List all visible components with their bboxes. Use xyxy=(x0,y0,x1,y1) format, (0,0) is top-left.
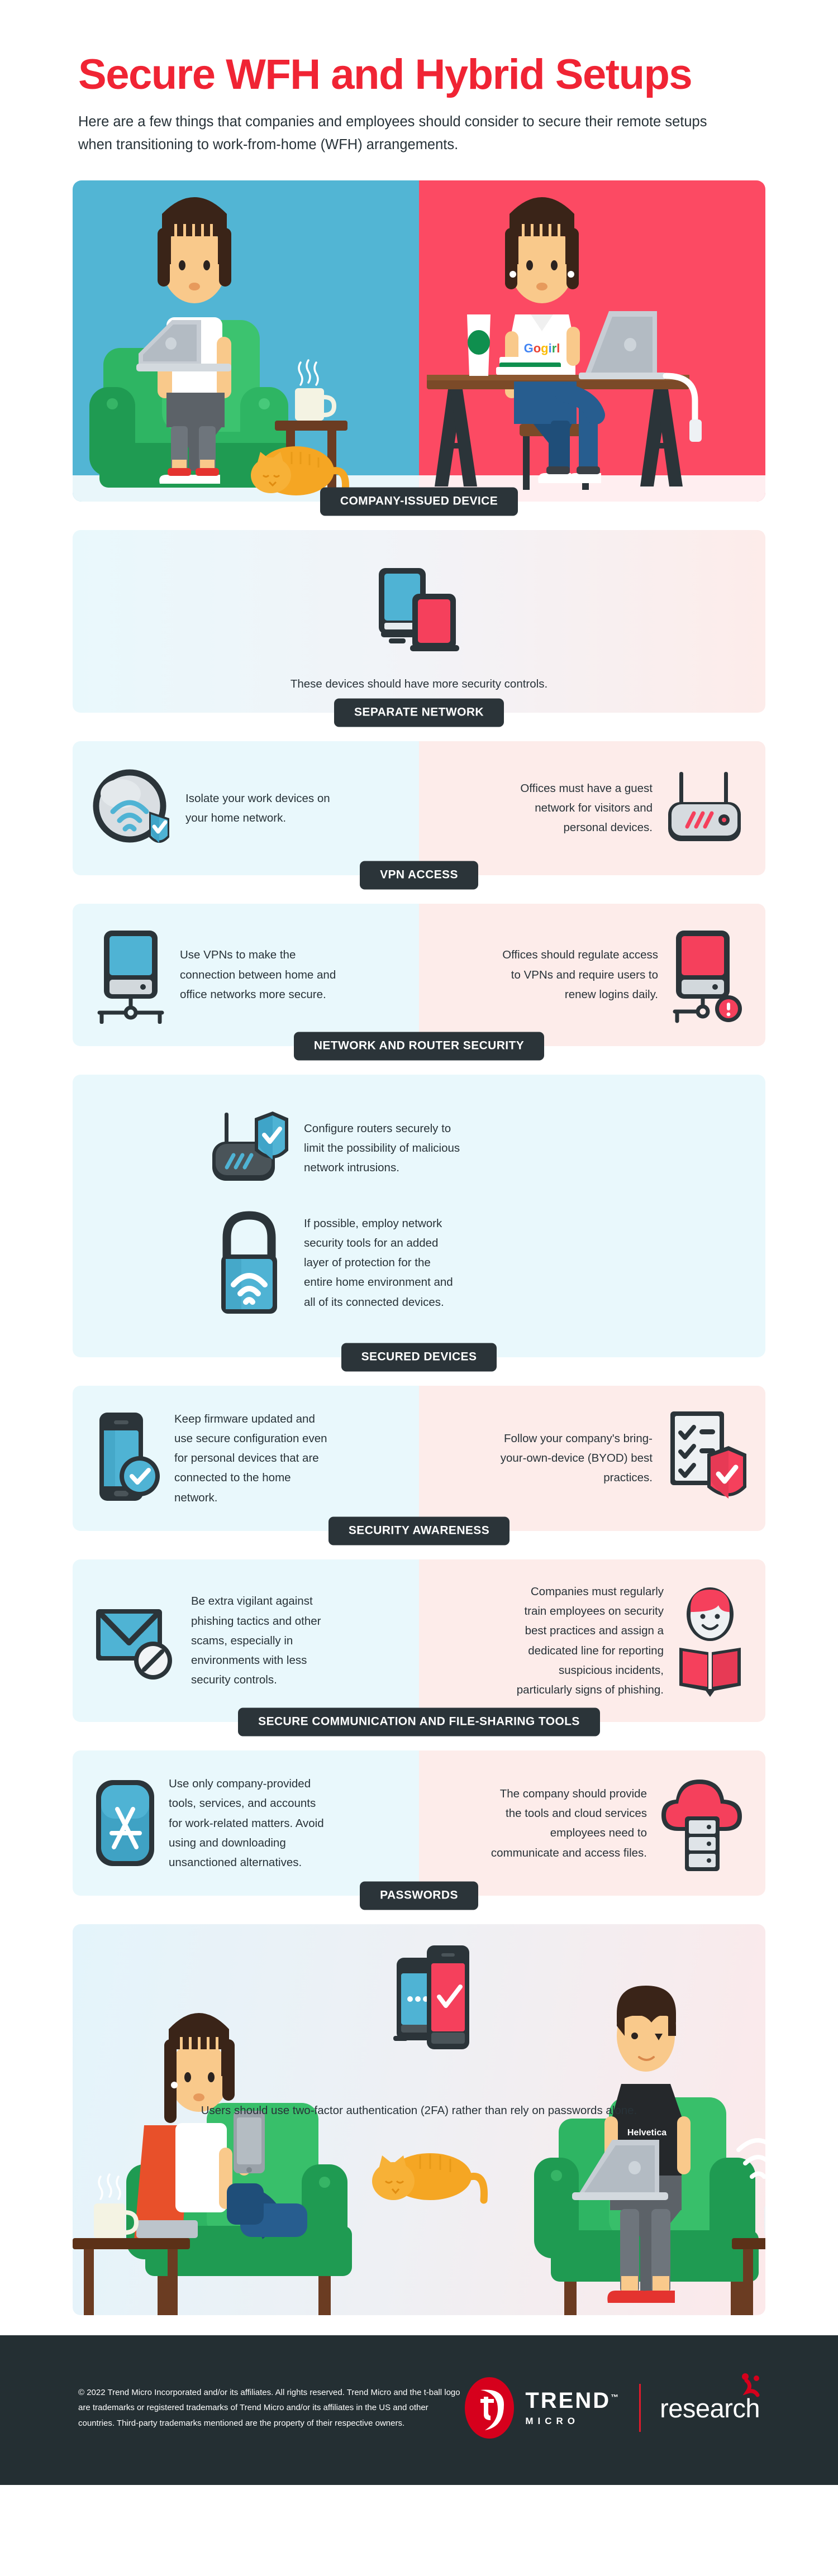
office-caption: Companies must regularly train employees… xyxy=(516,1585,664,1697)
passwords-caption: Users should use two-factor authenticati… xyxy=(201,2104,637,2117)
section-content: Keep firmware updated and use secure con… xyxy=(73,1386,765,1531)
svg-text:Gogirl: Gogirl xyxy=(524,341,560,355)
section-banner: SECURE COMMUNICATION AND FILE-SHARING TO… xyxy=(238,1707,600,1737)
email-blocked-icon xyxy=(92,1599,181,1683)
router-icon xyxy=(663,766,746,850)
phone-check-icon xyxy=(92,1408,164,1509)
home-column: Be extra vigilant against phishing tacti… xyxy=(73,1559,419,1723)
section-banner: VPN ACCESS xyxy=(360,861,478,890)
research-lockup: research xyxy=(660,2373,760,2424)
network-tools-row: If possible, employ network security too… xyxy=(73,1206,765,1335)
section-secure-communication-and-file-sharing-tools: Use only company-provided tools, service… xyxy=(73,1750,765,1896)
office-column: Offices must have a guest network for vi… xyxy=(419,741,765,875)
page-subtitle: Here are a few things that companies and… xyxy=(78,114,707,153)
server-alert-icon xyxy=(668,926,746,1024)
office-caption: Offices should regulate access to VPNs a… xyxy=(502,948,658,1001)
trend-micro-logo: TREND™ MICRO xyxy=(464,2375,620,2440)
home-caption: Keep firmware updated and use secure con… xyxy=(174,1412,327,1504)
office-caption: Offices must have a guest network for vi… xyxy=(520,781,653,834)
home-column: Keep firmware updated and use secure con… xyxy=(73,1386,419,1531)
banner-wrap-passwords: PASSWORDS xyxy=(0,1881,838,1924)
banner-wrap-vpn-access: VPN ACCESS xyxy=(0,861,838,904)
home-caption: Use VPNs to make the connection between … xyxy=(180,948,336,1001)
legal-text: © 2022 Trend Micro Incorporated and/or i… xyxy=(78,2387,460,2429)
brand-primary: TREND xyxy=(525,2388,611,2413)
svg-text:Helvetica: Helvetica xyxy=(627,2128,666,2138)
office-column: Offices should regulate access to VPNs a… xyxy=(419,904,765,1046)
wifi-shield-disc-icon xyxy=(92,764,175,853)
home-caption: Isolate your work devices on your home n… xyxy=(185,791,330,824)
home-column: Isolate your work devices on your home n… xyxy=(73,741,419,875)
office-caption: Follow your company's bring-your-own-dev… xyxy=(500,1432,653,1485)
section-banner: PASSWORDS xyxy=(360,1881,478,1910)
office-column: Follow your company's bring-your-own-dev… xyxy=(419,1386,765,1531)
section-content: Use only company-provided tools, service… xyxy=(73,1750,765,1896)
checklist-shield-icon xyxy=(663,1408,746,1509)
section-network-and-router-security: Configure routers securely to limit the … xyxy=(73,1074,765,1357)
home-caption: Use only company-provided tools, service… xyxy=(169,1777,324,1869)
cloud-server-icon xyxy=(657,1773,746,1873)
office-column: The company should provide the tools and… xyxy=(419,1750,765,1896)
section-banner: SECURED DEVICES xyxy=(341,1343,497,1372)
office-column: Companies must regularly train employees… xyxy=(419,1559,765,1723)
banner-wrap-separate-network: SEPARATE NETWORK xyxy=(0,698,838,741)
brand-research: research xyxy=(660,2393,760,2423)
brand-secondary: MICRO xyxy=(525,2415,580,2426)
hero-artwork: Gogirl xyxy=(73,180,765,502)
home-caption: Be extra vigilant against phishing tacti… xyxy=(191,1595,321,1687)
router-shield-icon xyxy=(207,1109,291,1187)
home-column: Use only company-provided tools, service… xyxy=(73,1750,419,1896)
section-separate-network: Isolate your work devices on your home n… xyxy=(73,741,765,875)
section-content: Be extra vigilant against phishing tacti… xyxy=(73,1559,765,1723)
research-mark-icon xyxy=(742,2373,760,2397)
router-security-caption: Configure routers securely to limit the … xyxy=(304,1122,460,1175)
section-company-issued-device: These devices should have more security … xyxy=(73,529,765,713)
app-store-icon xyxy=(92,1776,159,1871)
section-secured-devices: Keep firmware updated and use secure con… xyxy=(73,1385,765,1531)
hero-illustration: Gogirl xyxy=(73,180,765,502)
section-security-awareness: Be extra vigilant against phishing tacti… xyxy=(73,1559,765,1723)
section-banner: SEPARATE NETWORK xyxy=(334,698,504,727)
section-content: Use VPNs to make the connection between … xyxy=(73,904,765,1046)
section-passwords: Users should use two-factor authenticati… xyxy=(73,1924,765,2316)
brand-tm: ™ xyxy=(611,2392,621,2402)
header: Secure WFH and Hybrid Setups Here are a … xyxy=(0,0,838,157)
banner-wrap-secured-devices: SECURED DEVICES xyxy=(0,1343,838,1386)
section-content: These devices should have more security … xyxy=(73,530,765,713)
training-person-book-icon xyxy=(674,1585,746,1697)
server-network-icon xyxy=(92,926,170,1024)
section-banner: COMPANY-ISSUED DEVICE xyxy=(320,487,518,516)
section-vpn-access: Use VPNs to make the connection between … xyxy=(73,903,765,1046)
infographic-page: Secure WFH and Hybrid Setups Here are a … xyxy=(0,0,838,2486)
router-security-row: Configure routers securely to limit the … xyxy=(73,1106,765,1206)
banner-wrap-network-router: NETWORK AND ROUTER SECURITY xyxy=(0,1032,838,1075)
section-content: Configure routers securely to limit the … xyxy=(73,1075,765,1357)
footer: © 2022 Trend Micro Incorporated and/or i… xyxy=(0,2335,838,2486)
t-ball-icon xyxy=(465,2377,515,2439)
office-caption: The company should provide the tools and… xyxy=(491,1787,647,1859)
brand-divider xyxy=(639,2384,641,2432)
section-banner: SECURITY AWARENESS xyxy=(328,1516,510,1545)
home-column: Use VPNs to make the connection between … xyxy=(73,904,419,1046)
network-tools-caption: If possible, employ network security too… xyxy=(304,1217,453,1309)
page-title: Secure WFH and Hybrid Setups xyxy=(78,51,693,98)
banner-wrap-secure-communication: SECURE COMMUNICATION AND FILE-SHARING TO… xyxy=(0,1707,838,1750)
section-content: Isolate your work devices on your home n… xyxy=(73,741,765,875)
two-phones-2fa-icon xyxy=(393,1945,469,2050)
monitor-and-tablet-icon xyxy=(369,562,469,657)
brand-lockup: TREND™ MICRO research xyxy=(464,2373,760,2440)
banner-wrap-security-awareness: SECURITY AWARENESS xyxy=(0,1516,838,1559)
section-caption: These devices should have more security … xyxy=(290,677,548,690)
padlock-wifi-icon xyxy=(207,1210,291,1316)
banner-wrap-company-device: COMPANY-ISSUED DEVICE xyxy=(0,487,838,530)
section-banner: NETWORK AND ROUTER SECURITY xyxy=(293,1032,545,1061)
